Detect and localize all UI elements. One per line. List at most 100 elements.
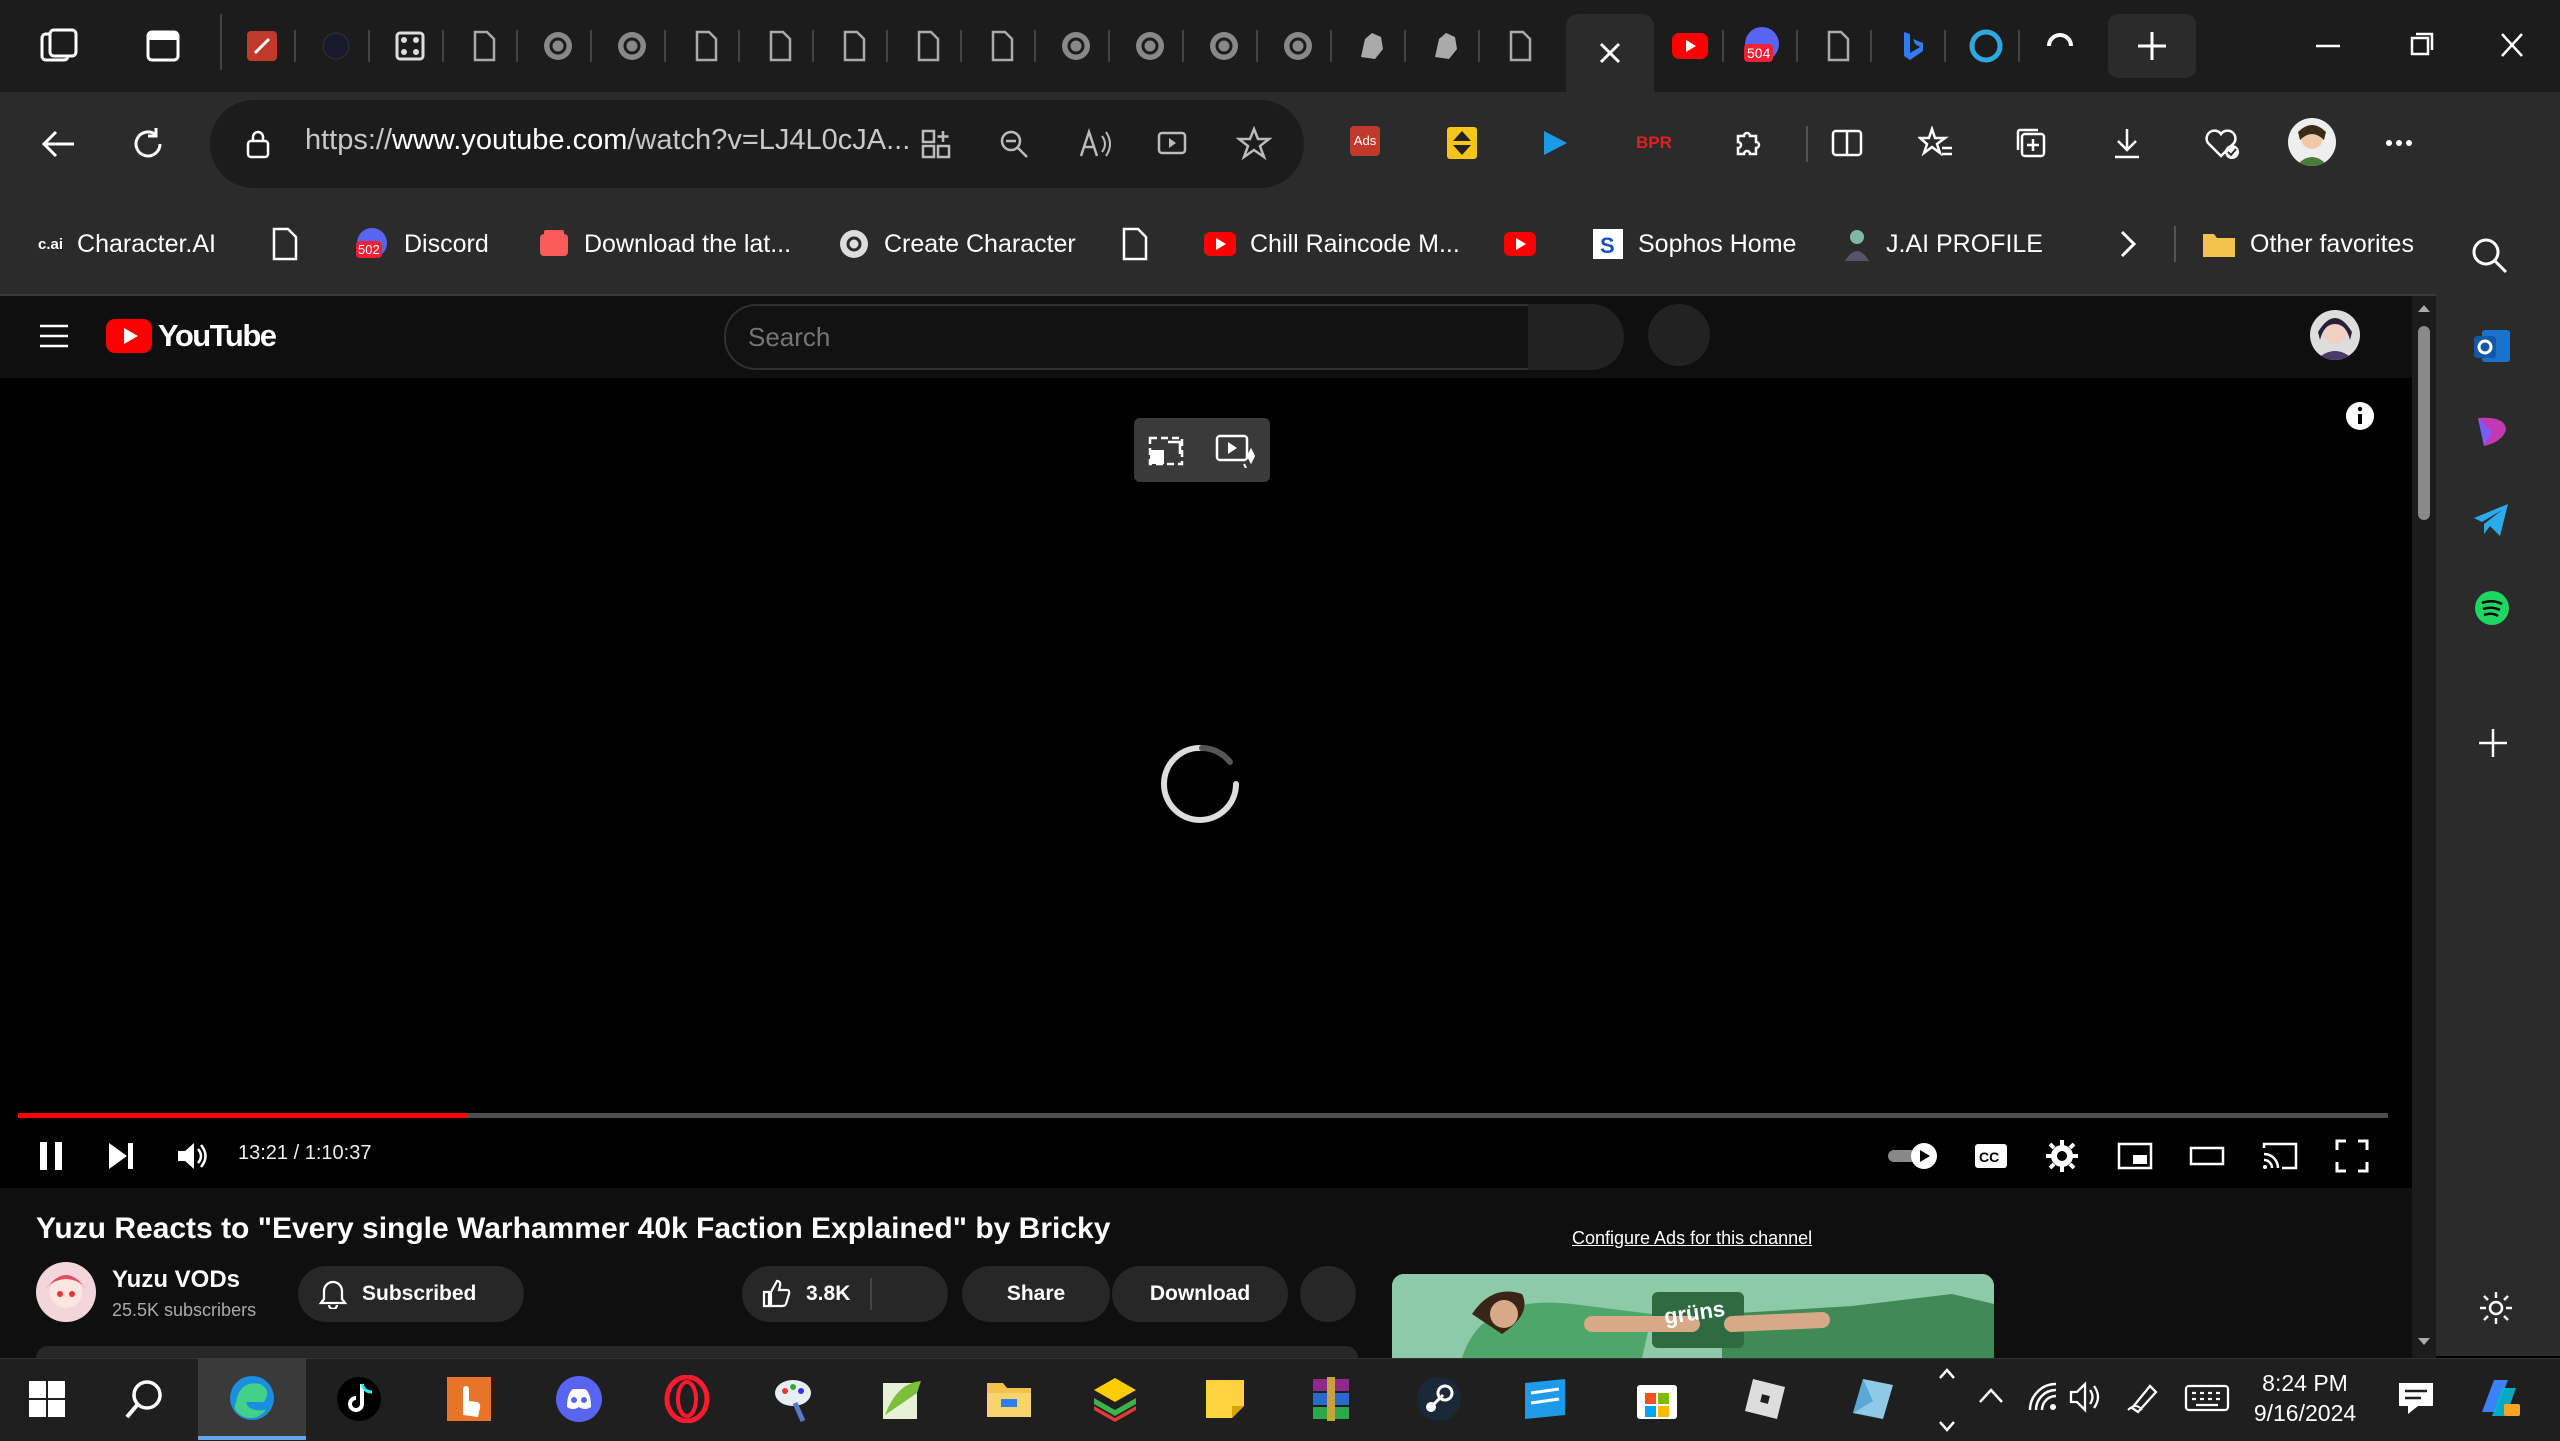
miniplayer-button[interactable] bbox=[2116, 1140, 2154, 1172]
tab-loading[interactable] bbox=[2026, 14, 2094, 78]
volume-button[interactable] bbox=[174, 1138, 210, 1174]
restore-button[interactable] bbox=[2400, 30, 2440, 60]
app-available-icon[interactable] bbox=[920, 128, 952, 160]
split-screen-icon[interactable] bbox=[1830, 126, 1864, 160]
configure-ads-link[interactable]: Configure Ads for this channel bbox=[1572, 1228, 1812, 1249]
taskbar-microsoft-store[interactable] bbox=[1628, 1370, 1686, 1428]
download-button[interactable]: Download bbox=[1112, 1266, 1288, 1322]
video-enhance-icon[interactable] bbox=[1214, 432, 1256, 468]
favorite-sophos[interactable]: S Sophos Home bbox=[1592, 222, 1796, 266]
taskbar-file-explorer[interactable] bbox=[980, 1370, 1038, 1428]
favorite-youtube[interactable] bbox=[1504, 222, 1536, 266]
share-button[interactable]: Share bbox=[962, 1266, 1110, 1322]
notifications-icon[interactable] bbox=[2396, 1380, 2436, 1416]
read-aloud-icon[interactable] bbox=[1078, 128, 1112, 160]
taskbar-discord[interactable] bbox=[550, 1370, 608, 1428]
close-window-button[interactable] bbox=[2492, 30, 2532, 60]
close-icon[interactable] bbox=[1597, 40, 1623, 66]
url-text[interactable]: https://www.youtube.com/watch?v=LJ4L0cJA… bbox=[305, 124, 910, 157]
taskbar-steam[interactable] bbox=[1410, 1370, 1468, 1428]
favorite-chill-raincode[interactable]: Chill Raincode M... bbox=[1204, 222, 1460, 266]
taskbar-bluestacks[interactable] bbox=[1086, 1370, 1144, 1428]
channel-name[interactable]: Yuzu VODs bbox=[112, 1266, 240, 1294]
extension-play-icon[interactable] bbox=[1540, 128, 1570, 158]
taskbar-copilot-icon[interactable] bbox=[2474, 1374, 2522, 1420]
tab-edge[interactable] bbox=[1952, 14, 2020, 78]
youtube-account-avatar[interactable] bbox=[2310, 310, 2360, 360]
browser-essentials-icon[interactable] bbox=[2204, 126, 2242, 160]
tab-17[interactable] bbox=[1412, 14, 1480, 78]
cast-button[interactable] bbox=[2260, 1140, 2300, 1172]
tab-10[interactable] bbox=[894, 14, 962, 78]
tab-8[interactable] bbox=[746, 14, 814, 78]
progress-bar[interactable] bbox=[18, 1113, 2388, 1118]
favorite-download[interactable]: Download the lat... bbox=[538, 222, 791, 266]
tab-15[interactable] bbox=[1264, 14, 1332, 78]
tab-13[interactable] bbox=[1116, 14, 1184, 78]
scrollbar-thumb[interactable] bbox=[2418, 326, 2430, 520]
favorite-create-character[interactable]: Create Character bbox=[838, 222, 1076, 266]
tab-3[interactable] bbox=[376, 14, 444, 78]
channel-avatar[interactable] bbox=[36, 1262, 96, 1322]
new-tab-button[interactable] bbox=[2108, 14, 2196, 78]
scroll-up-icon[interactable] bbox=[2416, 302, 2432, 314]
subscribed-button[interactable]: Subscribed bbox=[298, 1266, 524, 1322]
taskbar-winrar[interactable] bbox=[1302, 1370, 1360, 1428]
extensions-icon[interactable] bbox=[1730, 126, 1764, 160]
extension-bpr-icon[interactable]: BPR bbox=[1636, 133, 1672, 153]
taskbar-notepad-plus[interactable] bbox=[872, 1370, 930, 1428]
info-icon[interactable] bbox=[2344, 400, 2376, 432]
favorite-page-2[interactable] bbox=[1120, 222, 1148, 266]
network-icon[interactable] bbox=[2026, 1380, 2060, 1414]
search-box[interactable] bbox=[724, 304, 1532, 370]
telegram-icon[interactable] bbox=[2472, 500, 2512, 540]
dislike-button[interactable] bbox=[872, 1266, 948, 1322]
downloads-icon[interactable] bbox=[2110, 126, 2144, 160]
tab-actions-icon[interactable] bbox=[146, 30, 180, 62]
theater-mode-button[interactable] bbox=[2188, 1140, 2226, 1172]
favorites-icon[interactable] bbox=[1918, 126, 1954, 160]
taskbar-sticky-notes[interactable] bbox=[1196, 1370, 1254, 1428]
workspaces-icon[interactable] bbox=[38, 28, 82, 64]
favorite-star-icon[interactable] bbox=[1236, 126, 1272, 160]
tab-youtube[interactable] bbox=[1656, 14, 1724, 78]
tab-1[interactable] bbox=[228, 14, 296, 78]
taskbar-edge-active[interactable] bbox=[198, 1358, 306, 1440]
lock-icon[interactable] bbox=[244, 128, 272, 160]
tab-bing[interactable] bbox=[1878, 14, 1946, 78]
favorite-discord[interactable]: 502 Discord bbox=[356, 222, 489, 266]
adblock-extension-icon[interactable]: Ads bbox=[1350, 126, 1380, 156]
next-button[interactable] bbox=[104, 1138, 138, 1174]
volume-icon[interactable] bbox=[2068, 1380, 2104, 1414]
tab-5[interactable] bbox=[524, 14, 592, 78]
pause-button[interactable] bbox=[34, 1138, 68, 1174]
more-menu-icon[interactable] bbox=[2382, 126, 2416, 160]
video-assist-icon[interactable] bbox=[1156, 128, 1190, 160]
refresh-button[interactable] bbox=[128, 124, 168, 164]
taskbar-remote-desktop[interactable] bbox=[1516, 1370, 1574, 1428]
tab-7[interactable] bbox=[672, 14, 740, 78]
tab-discord[interactable]: 504 bbox=[1730, 14, 1798, 78]
tab-14[interactable] bbox=[1190, 14, 1258, 78]
taskbar-autoclicker[interactable] bbox=[440, 1370, 498, 1428]
show-hidden-icons-chevron-icon[interactable] bbox=[1976, 1384, 2006, 1408]
taskbar-clock[interactable]: 8:24 PM 9/16/2024 bbox=[2252, 1368, 2358, 1428]
collections-icon[interactable] bbox=[2014, 126, 2048, 160]
tab-9[interactable] bbox=[820, 14, 888, 78]
tab-18[interactable] bbox=[1486, 14, 1554, 78]
sidebar-add-icon[interactable] bbox=[2476, 726, 2510, 760]
settings-gear-icon[interactable] bbox=[2044, 1138, 2080, 1174]
search-button[interactable] bbox=[1528, 304, 1624, 370]
zoom-out-icon[interactable] bbox=[998, 128, 1030, 160]
scroll-down-icon[interactable] bbox=[2416, 1336, 2432, 1348]
profile-avatar[interactable] bbox=[2288, 118, 2336, 166]
ad-banner[interactable]: grüns bbox=[1392, 1274, 1994, 1358]
tab-12[interactable] bbox=[1042, 14, 1110, 78]
tab-4[interactable] bbox=[450, 14, 518, 78]
favorite-character-ai[interactable]: c.ai Character.AI bbox=[38, 222, 216, 266]
pen-icon[interactable] bbox=[2126, 1380, 2160, 1414]
favorite-page[interactable] bbox=[270, 222, 298, 266]
other-favorites[interactable]: Other favorites bbox=[2202, 222, 2414, 266]
extension-yellow-icon[interactable] bbox=[1446, 126, 1478, 160]
autoplay-toggle[interactable] bbox=[1886, 1140, 1942, 1172]
